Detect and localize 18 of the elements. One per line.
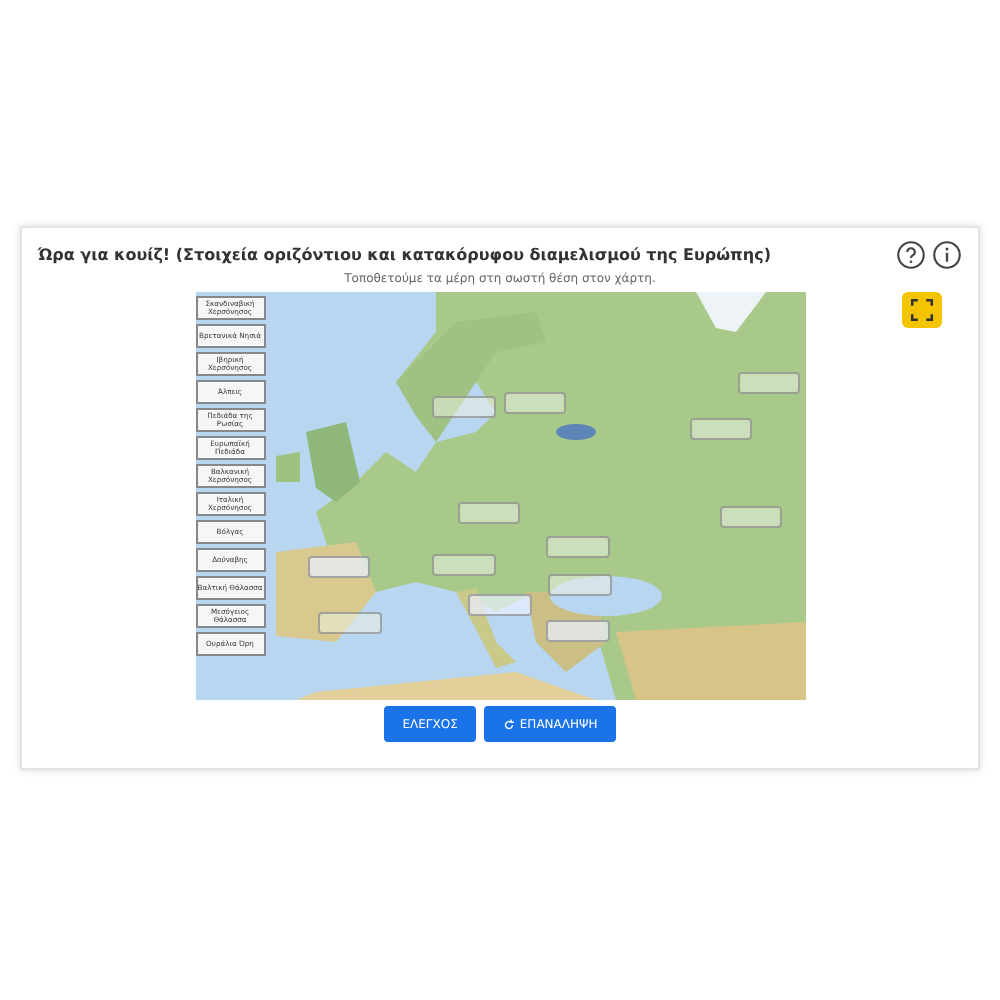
help-icon[interactable] xyxy=(896,240,926,270)
drop-slot[interactable] xyxy=(546,536,610,559)
fullscreen-button[interactable] xyxy=(902,292,942,328)
drop-slot[interactable] xyxy=(548,573,611,596)
drop-slot[interactable] xyxy=(318,611,382,634)
drop-slot[interactable] xyxy=(689,418,752,441)
quiz-title: Ώρα για κουίζ! (Στοιχεία οριζόντιου και κατακόρυφου διαμελισμού της Ευρώπης) xyxy=(38,246,773,264)
drop-slot[interactable] xyxy=(432,396,496,419)
drop-slot[interactable] xyxy=(503,391,566,414)
drop-slot[interactable] xyxy=(546,620,610,643)
fullscreen-icon xyxy=(908,296,936,324)
refresh-icon xyxy=(501,717,516,731)
drop-slot[interactable] xyxy=(457,502,520,525)
drop-slot[interactable] xyxy=(468,593,532,616)
info-icon[interactable] xyxy=(932,240,962,270)
drop-slot[interactable] xyxy=(737,371,801,394)
drop-slot[interactable] xyxy=(719,506,782,529)
drop-slot[interactable] xyxy=(432,553,496,576)
